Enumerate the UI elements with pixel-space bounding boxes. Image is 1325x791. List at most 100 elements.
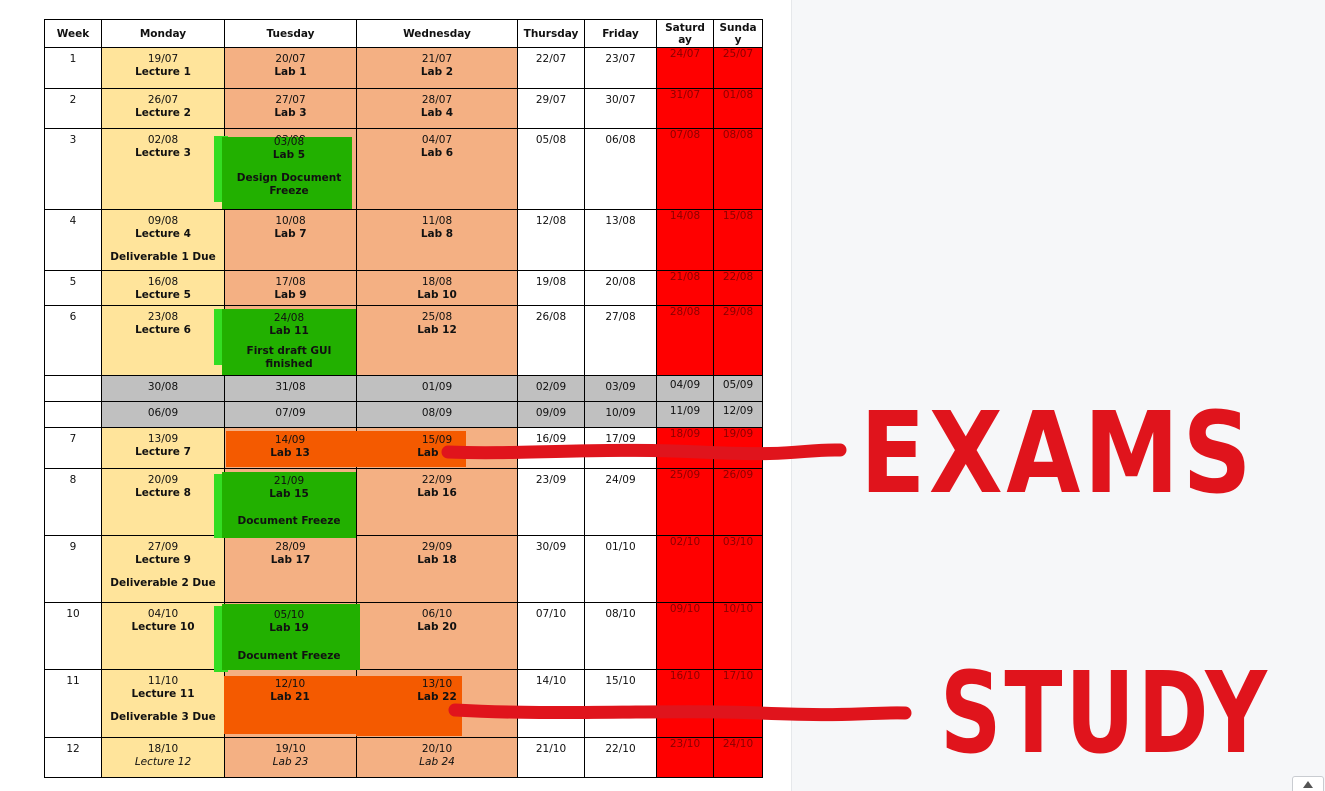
thursday-cell: 14/10 <box>517 669 585 738</box>
session-label: Lab 14 <box>417 447 457 459</box>
date-text: 30/08 <box>147 381 179 393</box>
monday-cell: 18/10 Lecture 12 <box>101 737 225 778</box>
due-note: Deliverable 1 Due <box>110 251 216 263</box>
thursday-cell: 09/09 <box>517 401 585 428</box>
session-label: Lecture 9 <box>135 554 191 566</box>
session-label: Lab 7 <box>274 228 307 240</box>
saturday-cell: 02/10 <box>656 535 714 603</box>
session-label: Lab 6 <box>420 147 454 159</box>
table-row: 302/08Lecture 303/08Lab 504/07Lab 605/08… <box>44 128 763 210</box>
session-label: Lab 12 <box>417 324 457 336</box>
tuesday-cell: 27/07 Lab 3 <box>224 88 357 129</box>
header-sunday: Sunda y <box>713 19 763 48</box>
session-label: Lab 15 <box>269 488 309 500</box>
thursday-cell: 29/07 <box>517 88 585 129</box>
sunday-cell: 17/10 <box>713 669 763 738</box>
week-number-cell: 6 <box>44 305 102 376</box>
sunday-cell: 24/10 <box>713 737 763 778</box>
sunday-cell: 01/08 <box>713 88 763 129</box>
thursday-cell: 22/07 <box>517 47 585 89</box>
date-text: 20/10 <box>421 743 453 755</box>
tuesday-cell: 07/09 <box>224 401 357 428</box>
monday-cell: 23/08 Lecture 6 <box>101 305 225 376</box>
monday-cell: 20/09 Lecture 8 <box>101 468 225 536</box>
date-text: 19/10 <box>275 743 306 755</box>
sunday-cell: 05/09 <box>713 375 763 402</box>
week-number-cell: 9 <box>44 535 102 603</box>
week-number-cell: 4 <box>44 209 102 271</box>
date-text: 20/07 <box>275 53 306 65</box>
date-text: 28/09 <box>275 541 306 553</box>
monday-cell: 30/08 <box>101 375 225 402</box>
due-note: Deliverable 2 Due <box>110 577 216 589</box>
session-label: Lab 3 <box>274 107 307 119</box>
saturday-cell: 25/09 <box>656 468 714 536</box>
monday-cell: 19/07 Lecture 1 <box>101 47 225 89</box>
wednesday-cell: 01/09 <box>356 375 518 402</box>
saturday-cell: 24/07 <box>656 47 714 89</box>
saturday-cell: 23/10 <box>656 737 714 778</box>
date-text: 20/09 <box>147 474 179 486</box>
date-text: 15/09 <box>421 434 453 446</box>
table-row: 9 27/09 Lecture 9 Deliverable 2 Due 28/09 Lab… <box>44 535 763 603</box>
week-number-cell: 7 <box>44 427 102 469</box>
thursday-cell: 23/09 <box>517 468 585 536</box>
saturday-cell: 04/09 <box>656 375 714 402</box>
exam-cell-text: 14/09 Lab 13 <box>225 434 355 460</box>
thursday-cell: 02/09 <box>517 375 585 402</box>
date-text: 23/08 <box>147 311 179 323</box>
wednesday-cell: 25/08 Lab 12 <box>356 305 518 376</box>
session-label: Lab 23 <box>272 756 309 768</box>
table-row: 06/09 07/09 08/09 09/09 10/09 11/09 12/09 <box>44 401 763 428</box>
freeze-note-text: Document Freeze <box>225 515 353 528</box>
session-label: Lab 5 <box>272 149 306 161</box>
date-text: 05/10 <box>273 609 305 621</box>
session-label: Lab 18 <box>417 554 457 566</box>
monday-cell: 09/08 Lecture 4 Deliverable 1 Due <box>101 209 225 271</box>
sunday-cell: 12/09 <box>713 401 763 428</box>
tuesday-cell: 17/08 Lab 9 <box>224 270 357 306</box>
tuesday-cell: 10/08 Lab 7 <box>224 209 357 271</box>
header-saturday: Saturd ay <box>656 19 714 48</box>
freeze-cell-text: 03/08 Lab 5 Design Document Freeze <box>225 136 353 198</box>
session-label: Lecture 12 <box>134 756 192 768</box>
session-label: Lab 20 <box>417 621 457 633</box>
session-label: Lecture 11 <box>131 688 195 700</box>
thursday-cell: 26/08 <box>517 305 585 376</box>
session-label: Lab 10 <box>417 289 457 301</box>
thursday-cell: 30/09 <box>517 535 585 603</box>
saturday-cell: 11/09 <box>656 401 714 428</box>
freeze-note-text: Document Freeze <box>225 650 353 663</box>
monday-cell: 27/09 Lecture 9 Deliverable 2 Due <box>101 535 225 603</box>
session-label: Lecture 4 <box>135 228 191 240</box>
table-row: 5 16/08 Lecture 5 17/08 Lab 9 18/08 Lab 10 19/0… <box>44 270 763 306</box>
session-label: Lab 17 <box>270 554 311 566</box>
thursday-cell: 16/09 <box>517 427 585 469</box>
friday-cell: 23/07 <box>584 47 657 89</box>
saturday-cell: 07/08 <box>656 128 714 210</box>
saturday-cell: 14/08 <box>656 209 714 271</box>
friday-cell: 24/09 <box>584 468 657 536</box>
scroll-to-top-icon[interactable] <box>1292 776 1324 791</box>
side-panel <box>791 0 1325 791</box>
thursday-cell: 19/08 <box>517 270 585 306</box>
date-text: 06/09 <box>147 407 179 419</box>
tuesday-cell: 31/08 <box>224 375 357 402</box>
freeze-note: Document Freeze <box>237 650 341 662</box>
freeze-cell-text: 05/10 Lab 19 <box>225 609 353 635</box>
freeze-note: Design Document Freeze <box>236 172 342 197</box>
wednesday-cell: 11/08 Lab 8 <box>356 209 518 271</box>
wednesday-cell: 06/10 Lab 20 <box>356 602 518 670</box>
saturday-cell: 31/07 <box>656 88 714 129</box>
date-text: 31/08 <box>275 381 306 393</box>
wednesday-cell: 20/10 Lab 24 <box>356 737 518 778</box>
session-label: Lecture 8 <box>135 487 191 499</box>
date-text: 13/10 <box>421 678 453 690</box>
saturday-cell: 28/08 <box>656 305 714 376</box>
table-row: 30/08 31/08 01/09 02/09 03/09 04/09 05/09 <box>44 375 763 402</box>
table-row: 2 26/07 Lecture 2 27/07 Lab 3 28/07 Lab 4 29/07… <box>44 88 763 129</box>
monday-cell: 11/10 Lecture 11 Deliverable 3 Due <box>101 669 225 738</box>
header-tuesday: Tuesday <box>224 19 357 48</box>
date-text: 09/08 <box>147 215 179 227</box>
date-text: 24/08 <box>273 312 305 324</box>
